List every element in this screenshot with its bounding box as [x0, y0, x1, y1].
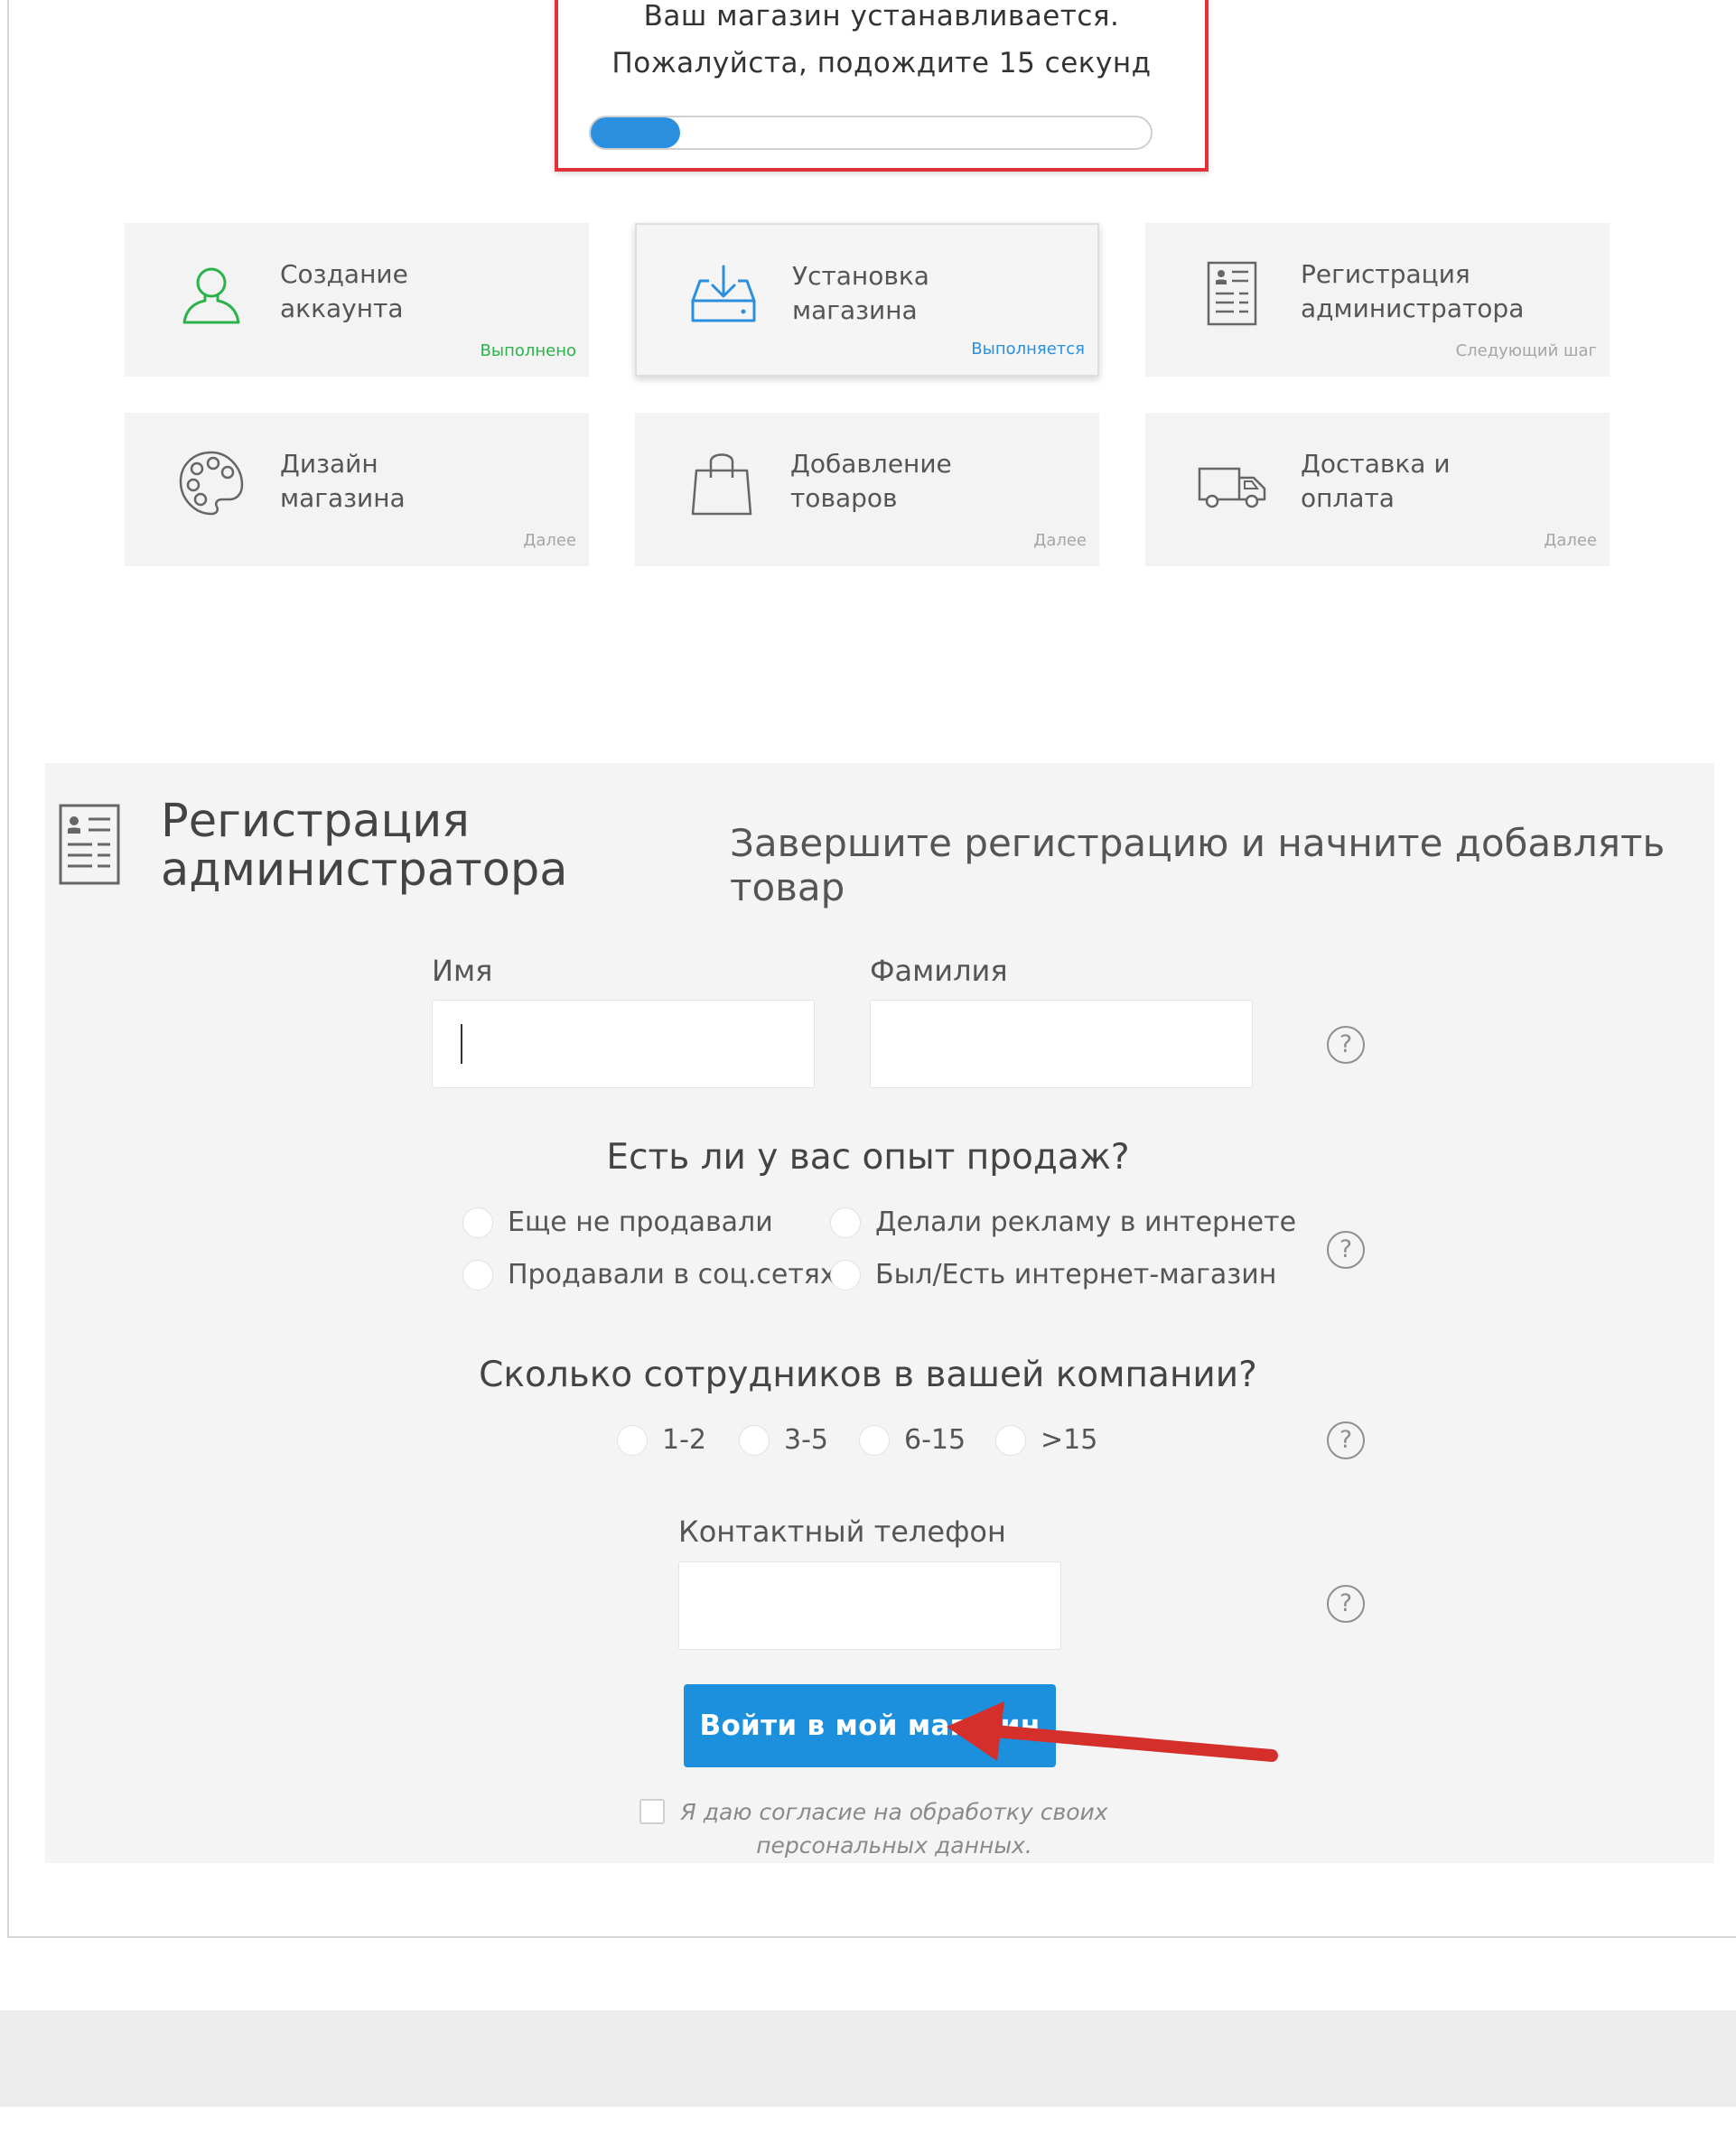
step-card-delivery: Доставка и оплата Далее — [1145, 413, 1610, 566]
user-icon — [182, 267, 240, 324]
text-caret — [461, 1024, 462, 1064]
install-progress-bar — [589, 116, 1153, 150]
palette-icon — [179, 451, 244, 516]
last-name-label: Фамилия — [870, 954, 1008, 988]
radio-button[interactable] — [462, 1207, 493, 1238]
step-status: Следующий шаг — [1455, 341, 1597, 360]
install-message-line-2: Пожалуйста, подождите 15 секунд — [611, 47, 1152, 79]
first-name-input[interactable] — [432, 1000, 815, 1088]
experience-option[interactable]: Еще не продавали — [462, 1207, 773, 1238]
employees-question: Сколько сотрудников в вашей компании? — [479, 1355, 1257, 1395]
id-card-icon — [59, 804, 120, 885]
help-icon[interactable]: ? — [1327, 1026, 1365, 1064]
panel-subtitle: Завершите регистрацию и начните добавлят… — [730, 821, 1666, 909]
employees-option[interactable]: 6-15 — [859, 1424, 966, 1456]
step-card-install: Установка магазина Выполняется — [635, 223, 1099, 377]
install-message-line-1: Ваш магазин устанавливается. — [643, 0, 1120, 33]
step-status: Далее — [1033, 531, 1087, 550]
annotation-arrow-icon — [947, 1701, 1278, 1762]
first-name-label: Имя — [432, 954, 493, 988]
step-label: Доставка и оплата — [1301, 449, 1451, 513]
help-icon[interactable]: ? — [1327, 1585, 1365, 1623]
step-label: Создание аккаунта — [280, 259, 408, 323]
id-card-icon — [1207, 261, 1257, 326]
download-tray-icon — [691, 265, 756, 322]
phone-label: Контактный телефон — [678, 1514, 1006, 1549]
consent-text: Я даю согласие на обработку своих персона… — [680, 1799, 1108, 1859]
employees-option[interactable]: 1-2 — [617, 1424, 706, 1456]
shopping-bag-icon — [691, 453, 752, 516]
experience-question: Есть ли у вас опыт продаж? — [606, 1137, 1130, 1178]
radio-button[interactable] — [830, 1207, 861, 1238]
install-notice: Ваш магазин устанавливается. Пожалуйста,… — [555, 0, 1209, 172]
page-frame-left-border — [7, 0, 9, 1938]
delivery-truck-icon — [1198, 467, 1266, 508]
last-name-input[interactable] — [870, 1000, 1253, 1088]
step-card-account: Создание аккаунта Выполнено — [125, 223, 589, 377]
employees-option[interactable]: >15 — [995, 1424, 1097, 1456]
radio-button[interactable] — [617, 1424, 648, 1456]
radio-button[interactable] — [859, 1424, 890, 1456]
step-card-admin: Регистрация администратора Следующий шаг — [1145, 223, 1610, 377]
install-progress-fill — [591, 117, 681, 148]
phone-input[interactable] — [678, 1561, 1061, 1650]
step-card-products: Добавление товаров Далее — [635, 413, 1099, 566]
radio-button[interactable] — [462, 1259, 493, 1290]
step-label: Регистрация администратора — [1301, 259, 1525, 323]
step-status: Далее — [523, 531, 576, 550]
step-status: Далее — [1544, 531, 1597, 550]
page-frame-bottom-border — [7, 1936, 1736, 1938]
step-status: Выполнено — [480, 341, 576, 360]
step-card-design: Дизайн магазина Далее — [125, 413, 589, 566]
experience-option[interactable]: Был/Есть интернет-магазин — [830, 1259, 1276, 1290]
panel-title: Регистрация администратора — [161, 795, 568, 897]
help-icon[interactable]: ? — [1327, 1421, 1365, 1459]
radio-button[interactable] — [739, 1424, 770, 1456]
step-label: Установка магазина — [792, 261, 929, 325]
radio-button[interactable] — [995, 1424, 1026, 1456]
step-label: Дизайн магазина — [280, 449, 406, 513]
experience-option[interactable]: Продавали в соц.сетях — [462, 1259, 836, 1290]
radio-button[interactable] — [830, 1259, 861, 1290]
footer-band — [0, 2010, 1736, 2107]
step-status: Выполняется — [971, 340, 1085, 359]
step-label: Добавление товаров — [790, 449, 952, 513]
experience-option[interactable]: Делали рекламу в интернете — [830, 1207, 1296, 1238]
consent-checkbox[interactable] — [639, 1799, 665, 1824]
help-icon[interactable]: ? — [1327, 1231, 1365, 1269]
employees-option[interactable]: 3-5 — [739, 1424, 828, 1456]
